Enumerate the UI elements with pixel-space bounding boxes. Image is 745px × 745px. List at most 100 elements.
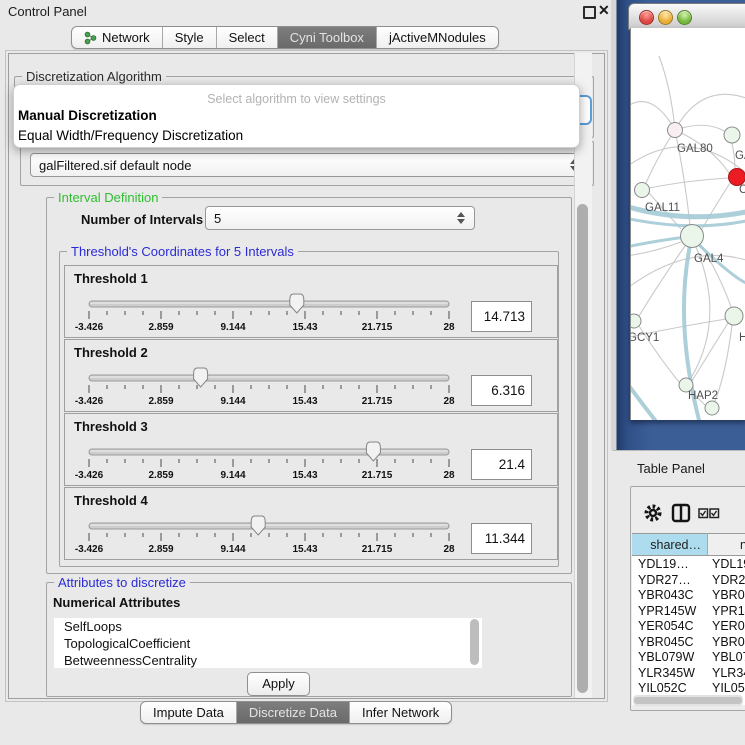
table-row[interactable]: YLR345W YLR34 bbox=[632, 666, 745, 682]
bottom-tab-bar: Impute Data Discretize Data Infer Network bbox=[140, 701, 452, 724]
threshold-slider[interactable]: -3.4262.8599.14415.4321.71528 bbox=[75, 514, 467, 559]
algorithm-group-label: Discretization Algorithm bbox=[22, 69, 166, 84]
cell-shared-name: YLR345W bbox=[638, 666, 695, 680]
table-row[interactable]: YIL052C YIL05 bbox=[632, 681, 745, 694]
network-canvas[interactable]: GAL80GACGAL11GAL4GCY1HHAP2 bbox=[630, 28, 745, 420]
threshold-panel-3: Threshold 3-3.4262.8599.14415.4321.71528… bbox=[64, 413, 558, 486]
threshold-panel-1: Threshold 1-3.4262.8599.14415.4321.71528… bbox=[64, 265, 558, 338]
cell-shared-name: YIL052C bbox=[638, 681, 687, 694]
svg-text:2.859: 2.859 bbox=[148, 396, 173, 407]
svg-text:28: 28 bbox=[443, 470, 455, 481]
svg-text:15.43: 15.43 bbox=[292, 396, 317, 407]
node-label-c: C bbox=[739, 184, 745, 196]
close-icon[interactable]: ✕ bbox=[598, 2, 610, 19]
attribute-item-selfloops[interactable]: SelfLoops bbox=[54, 618, 482, 635]
control-panel-titlebar: Control Panel ✕ bbox=[0, 0, 613, 23]
cell-name: YBR04 bbox=[712, 635, 745, 649]
bottom-node[interactable] bbox=[705, 401, 719, 415]
table-row[interactable]: YPR145WYPR14 bbox=[632, 604, 745, 620]
float-window-icon[interactable] bbox=[583, 6, 596, 19]
svg-text:28: 28 bbox=[443, 396, 455, 407]
cell-shared-name: YBR045C bbox=[638, 635, 694, 649]
numerical-attributes-list[interactable]: SelfLoopsTopologicalCoefficientBetweenne… bbox=[54, 618, 482, 668]
slider-thumb[interactable] bbox=[194, 368, 208, 387]
threshold-value-field[interactable]: 6.316 bbox=[471, 375, 532, 406]
tab-select[interactable]: Select bbox=[217, 27, 278, 48]
svg-text:15.43: 15.43 bbox=[292, 470, 317, 481]
threshold-slider[interactable]: -3.4262.8599.14415.4321.71528 bbox=[75, 366, 467, 411]
tab-infer-network[interactable]: Infer Network bbox=[350, 702, 451, 723]
node-label-gal4: GAL4 bbox=[694, 253, 724, 265]
threshold-value-field[interactable]: 11.344 bbox=[471, 523, 532, 554]
table-row[interactable]: YBL079WYBL07 bbox=[632, 650, 745, 666]
top-right-node[interactable] bbox=[724, 127, 740, 143]
slider-thumb[interactable] bbox=[251, 516, 265, 535]
number-of-intervals-combobox[interactable]: 5 bbox=[205, 206, 475, 230]
svg-text:21.715: 21.715 bbox=[362, 544, 393, 555]
column-header-name[interactable]: na bbox=[708, 533, 745, 556]
app-root: Control Panel ✕ Network Style SelectCyni T… bbox=[0, 0, 745, 745]
attributes-list-scrollbar[interactable] bbox=[470, 619, 479, 665]
svg-text:15.43: 15.43 bbox=[292, 544, 317, 555]
tab-discretize-data[interactable]: Discretize Data bbox=[237, 702, 350, 723]
red-node[interactable] bbox=[729, 169, 745, 186]
tab-cyni-toolbox[interactable]: Cyni Toolbox bbox=[278, 27, 377, 48]
table-data-combobox[interactable]: galFiltered.sif default node bbox=[30, 153, 588, 177]
table-data-value: galFiltered.sif default node bbox=[39, 158, 191, 173]
tab-jactivemnodules[interactable]: jActiveMNodules bbox=[377, 27, 498, 48]
gear-icon[interactable] bbox=[647, 507, 660, 520]
cell-shared-name: YBL079W bbox=[638, 650, 694, 664]
tab-label: Discretize Data bbox=[249, 705, 337, 720]
tab-label: Style bbox=[175, 30, 204, 45]
attribute-item-topologicalcoefficient[interactable]: TopologicalCoefficient bbox=[54, 635, 482, 652]
window-minimize-button[interactable] bbox=[658, 10, 673, 25]
threshold-value-field[interactable]: 14.713 bbox=[471, 301, 532, 332]
column-header-shared-name[interactable]: shared… bbox=[632, 533, 708, 556]
tab-label: Impute Data bbox=[153, 705, 224, 720]
window-close-button[interactable] bbox=[639, 10, 654, 25]
network-window-titlebar[interactable] bbox=[628, 3, 745, 30]
tab-label: jActiveMNodules bbox=[389, 30, 486, 45]
threshold-value-field[interactable]: 21.4 bbox=[471, 449, 532, 480]
cell-shared-name: YDR27… bbox=[638, 573, 691, 587]
cell-shared-name: YBR043C bbox=[638, 588, 694, 602]
cell-name: YIL05 bbox=[712, 681, 745, 694]
slider-thumb[interactable] bbox=[290, 294, 304, 313]
svg-text:9.144: 9.144 bbox=[220, 322, 245, 333]
tab-network[interactable]: Network bbox=[72, 27, 163, 48]
svg-text:2.859: 2.859 bbox=[148, 544, 173, 555]
table-row[interactable]: YER054CYER05 bbox=[632, 619, 745, 635]
table-row[interactable]: YBR045C YBR04 bbox=[632, 635, 745, 651]
popup-item-manual-discretization[interactable]: Manual Discretization bbox=[17, 108, 576, 127]
cell-name: YDR27 bbox=[712, 573, 745, 587]
panel-scrollbar-thumb[interactable] bbox=[577, 204, 588, 693]
table-hscrollbar-thumb[interactable] bbox=[634, 697, 742, 704]
cell-shared-name: YDL19… bbox=[638, 557, 689, 571]
table-row[interactable]: YDR27… YDR27 bbox=[632, 573, 745, 589]
h-node[interactable] bbox=[725, 307, 743, 325]
cell-name: YBR04 bbox=[712, 588, 745, 602]
attribute-item-betweennesscentrality[interactable]: BetweennessCentrality bbox=[54, 652, 482, 668]
show-columns-checkbox-icon[interactable] bbox=[699, 509, 719, 518]
svg-text:28: 28 bbox=[443, 544, 455, 555]
split-columns-icon[interactable] bbox=[673, 505, 689, 521]
window-zoom-button[interactable] bbox=[677, 10, 692, 25]
svg-text:-3.426: -3.426 bbox=[75, 322, 104, 333]
cell-shared-name: YPR145W bbox=[638, 604, 696, 618]
thresholds-group-label: Threshold's Coordinates for 5 Intervals bbox=[67, 244, 298, 259]
gal4-node[interactable] bbox=[681, 225, 704, 248]
gal11-node[interactable] bbox=[635, 183, 650, 198]
table-row[interactable]: YBR043C YBR04 bbox=[632, 588, 745, 604]
tab-impute-data[interactable]: Impute Data bbox=[141, 702, 237, 723]
cell-name: YLR34 bbox=[712, 666, 745, 680]
slider-thumb[interactable] bbox=[366, 442, 380, 461]
svg-text:9.144: 9.144 bbox=[220, 470, 245, 481]
threshold-slider[interactable]: -3.4262.8599.14415.4321.71528 bbox=[75, 440, 467, 485]
table-row[interactable]: YDL19…YDL19 bbox=[632, 557, 745, 573]
gal80-node[interactable] bbox=[668, 123, 683, 138]
gcy1-node[interactable] bbox=[631, 314, 641, 328]
tab-style[interactable]: Style bbox=[163, 27, 217, 48]
threshold-slider[interactable]: -3.4262.8599.14415.4321.71528 bbox=[75, 292, 467, 337]
popup-item-equal-width-frequency-discretization[interactable]: Equal Width/Frequency Discretization bbox=[17, 128, 576, 147]
apply-button[interactable]: Apply bbox=[247, 672, 310, 696]
